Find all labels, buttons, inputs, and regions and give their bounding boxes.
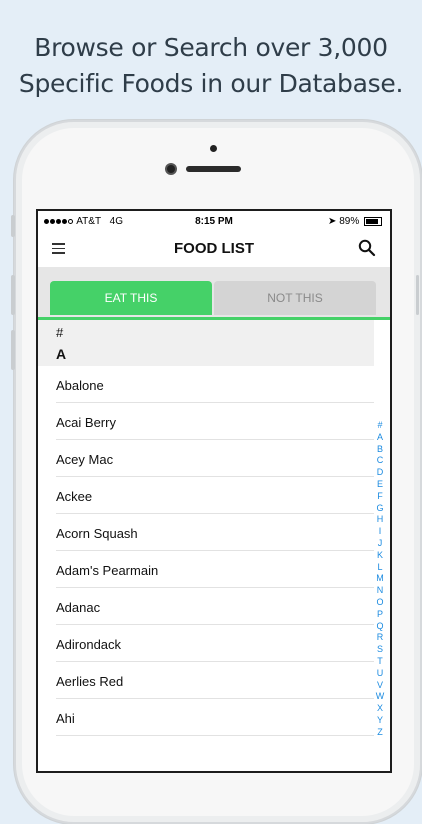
list-item[interactable]: Ackee bbox=[38, 477, 374, 514]
food-name: Ahi bbox=[56, 711, 75, 726]
list-item[interactable]: Aerlies Red bbox=[38, 662, 374, 699]
index-letter[interactable]: D bbox=[375, 467, 385, 479]
index-letter[interactable]: K bbox=[375, 550, 385, 562]
food-name: Abalone bbox=[56, 378, 104, 393]
section-header-a: A bbox=[38, 342, 374, 366]
index-letter[interactable]: V bbox=[375, 680, 385, 692]
index-letter[interactable]: M bbox=[375, 573, 385, 585]
headline-line-2: Specific Foods in our Database. bbox=[18, 69, 404, 98]
food-name: Acey Mac bbox=[56, 452, 114, 467]
page-title: FOOD LIST bbox=[174, 240, 254, 257]
section-hash-label: # bbox=[56, 325, 64, 340]
index-letter[interactable]: L bbox=[375, 562, 385, 574]
index-letter[interactable]: A bbox=[375, 432, 385, 444]
tab-not-this[interactable]: NOT THIS bbox=[214, 281, 376, 315]
proximity-sensor bbox=[210, 145, 217, 152]
food-name: Adam's Pearmain bbox=[56, 563, 159, 578]
front-camera bbox=[167, 165, 175, 173]
section-a-label: A bbox=[56, 346, 67, 362]
list-item[interactable]: Acorn Squash bbox=[38, 514, 374, 551]
alphabet-index[interactable]: # A B C D E F G H I J K L M N O P Q R S T U V W X Y Z bbox=[375, 420, 385, 739]
index-letter[interactable]: # bbox=[375, 420, 385, 432]
food-name: Acorn Squash bbox=[56, 526, 138, 541]
index-letter[interactable]: J bbox=[375, 538, 385, 550]
status-bar: AT&T 4G 8:15 PM ➤ 89% bbox=[38, 211, 390, 233]
promo-headline: Browse or Search over 3,000 Specific Foo… bbox=[0, 30, 422, 102]
list-item[interactable]: Adam's Pearmain bbox=[38, 551, 374, 588]
index-letter[interactable]: Y bbox=[375, 715, 385, 727]
food-name: Acai Berry bbox=[56, 415, 116, 430]
index-letter[interactable]: U bbox=[375, 668, 385, 680]
app-screen: AT&T 4G 8:15 PM ➤ 89% FOOD LIST EAT THIS… bbox=[36, 209, 392, 773]
index-letter[interactable]: N bbox=[375, 585, 385, 597]
list-item[interactable]: Adanac bbox=[38, 588, 374, 625]
power-button bbox=[416, 275, 419, 315]
tab-bar: EAT THIS NOT THIS bbox=[38, 267, 390, 319]
nav-bar: FOOD LIST bbox=[38, 233, 390, 267]
status-right: ➤ 89% bbox=[328, 216, 382, 227]
battery-percent: 89% bbox=[339, 216, 360, 227]
index-letter[interactable]: T bbox=[375, 656, 385, 668]
index-letter[interactable]: O bbox=[375, 597, 385, 609]
food-name: Ackee bbox=[56, 489, 93, 504]
index-letter[interactable]: F bbox=[375, 491, 385, 503]
index-letter[interactable]: R bbox=[375, 632, 385, 644]
battery-icon bbox=[364, 216, 382, 226]
earpiece-speaker bbox=[186, 166, 241, 172]
section-header-hash: # bbox=[38, 320, 374, 342]
divider bbox=[56, 735, 374, 736]
volume-up-button bbox=[11, 275, 15, 315]
list-item[interactable]: Ahi bbox=[38, 699, 374, 736]
headline-line-1: Browse or Search over 3,000 bbox=[34, 33, 388, 62]
location-arrow-icon: ➤ bbox=[328, 216, 337, 227]
list-item[interactable]: Adirondack bbox=[38, 625, 374, 662]
food-list: Abalone Acai Berry Acey Mac Ackee Acorn … bbox=[38, 366, 374, 736]
index-letter[interactable]: E bbox=[375, 479, 385, 491]
index-letter[interactable]: S bbox=[375, 644, 385, 656]
food-name: Adirondack bbox=[56, 637, 122, 652]
list-item[interactable]: Abalone bbox=[38, 366, 374, 403]
food-name: Adanac bbox=[56, 600, 101, 615]
list-item[interactable]: Acai Berry bbox=[38, 403, 374, 440]
index-letter[interactable]: I bbox=[375, 526, 385, 538]
index-letter[interactable]: H bbox=[375, 514, 385, 526]
index-letter[interactable]: X bbox=[375, 703, 385, 715]
index-letter[interactable]: Z bbox=[375, 727, 385, 739]
index-letter[interactable]: B bbox=[375, 444, 385, 456]
search-icon[interactable] bbox=[358, 239, 376, 257]
tab-eat-this[interactable]: EAT THIS bbox=[50, 281, 212, 315]
list-item[interactable]: Acey Mac bbox=[38, 440, 374, 477]
mute-switch bbox=[11, 215, 15, 237]
index-letter[interactable]: W bbox=[375, 691, 385, 703]
index-letter[interactable]: G bbox=[375, 503, 385, 515]
index-letter[interactable]: P bbox=[375, 609, 385, 621]
index-letter[interactable]: C bbox=[375, 455, 385, 467]
index-letter[interactable]: Q bbox=[375, 621, 385, 633]
food-name: Aerlies Red bbox=[56, 674, 124, 689]
volume-down-button bbox=[11, 330, 15, 370]
